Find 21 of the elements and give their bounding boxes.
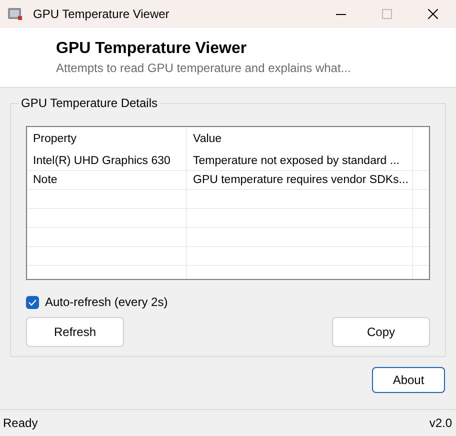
table-cell-text: Temperature not exposed by standard ... [192,154,400,169]
check-icon [28,298,37,306]
auto-refresh-checkbox[interactable] [26,296,39,308]
app-icon [7,6,23,22]
header-subtitle: Attempts to read GPU temperature and explains what... [56,61,352,75]
header-title: GPU Temperature Viewer [56,40,248,58]
column-header[interactable]: Property [27,127,187,152]
table-cell-text: Intel(R) UHD Graphics 630 [32,154,172,169]
checkbox-label: Auto-refresh (every 2s) [45,295,168,309]
table-cell-text: GPU temperature requires vendor SDKs... [192,173,410,188]
group-title: GPU Temperature Details [19,96,160,110]
close-icon[interactable] [428,9,438,19]
refresh-button[interactable]: Refresh [26,317,124,347]
window-title: GPU Temperature Viewer [33,7,170,21]
column-header[interactable]: Value [187,127,413,152]
version-text: v2.0 [429,416,452,430]
about-button[interactable]: About [372,367,445,393]
status-text: Ready [3,416,38,430]
copy-button[interactable]: Copy [332,317,430,347]
table-cell-text: Note [32,173,58,188]
details-table[interactable]: Property Value Intel(R) UHD Graphics 630 Temperature not exposed by standard ... Note GPU temperature requires vendor SDKs... [26,126,430,280]
